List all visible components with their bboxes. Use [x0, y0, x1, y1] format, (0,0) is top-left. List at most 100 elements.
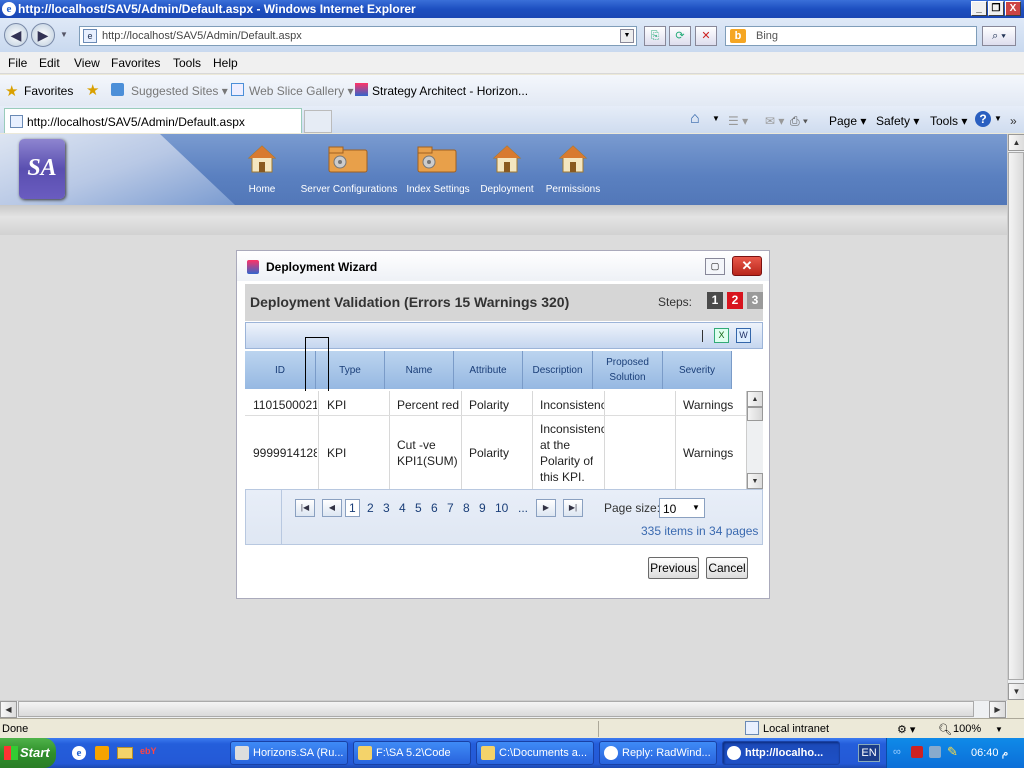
nav-deployment[interactable]: Deployment: [477, 134, 537, 205]
menu-view[interactable]: View: [74, 56, 100, 70]
scroll-right-button[interactable]: ▶: [989, 701, 1006, 718]
menu-file[interactable]: File: [8, 56, 27, 70]
compatibility-view-button[interactable]: ⎘: [644, 26, 666, 46]
scroll-down-button[interactable]: ▼: [1008, 683, 1024, 700]
page-link[interactable]: 2: [367, 501, 374, 515]
task-radwindow-reply[interactable]: Reply: RadWind...: [599, 741, 717, 765]
page-link[interactable]: 6: [431, 501, 438, 515]
home-icon[interactable]: ⌂: [690, 110, 700, 128]
page-link[interactable]: 7: [447, 501, 454, 515]
history-dropdown-icon[interactable]: ▼: [60, 30, 68, 39]
page-menu[interactable]: Page ▾: [829, 114, 866, 128]
next-page-button[interactable]: ▶: [536, 499, 556, 517]
tools-menu[interactable]: Tools ▾: [930, 114, 967, 128]
address-dropdown-icon[interactable]: ▼: [620, 29, 634, 43]
first-page-button[interactable]: |◀: [295, 499, 315, 517]
quicklaunch-ebay-icon[interactable]: ebY: [140, 746, 157, 756]
tray-acrobat-icon[interactable]: [911, 746, 923, 758]
page-horizontal-scrollbar[interactable]: ◀ ▶: [0, 700, 1007, 718]
stop-button[interactable]: ✕: [695, 26, 717, 46]
column-header-name[interactable]: Name: [385, 351, 454, 389]
task-horizons[interactable]: Horizons.SA (Ru...: [230, 741, 348, 765]
page-link[interactable]: 9: [479, 501, 486, 515]
close-window-button[interactable]: X: [1005, 1, 1021, 16]
search-box[interactable]: b Bing: [725, 26, 977, 46]
task-code-folder[interactable]: F:\SA 5.2\Code: [353, 741, 471, 765]
address-bar[interactable]: e http://localhost/SAV5/Admin/Default.as…: [79, 26, 637, 46]
scroll-left-button[interactable]: ◀: [0, 701, 17, 718]
nav-server-configurations[interactable]: Server Configurations: [297, 134, 401, 205]
task-documents[interactable]: C:\Documents a...: [476, 741, 594, 765]
restore-button[interactable]: ❐: [988, 1, 1004, 16]
maximize-dialog-button[interactable]: ▢: [705, 258, 725, 275]
grid-scroll-up-button[interactable]: ▲: [747, 391, 763, 407]
zoom-icon[interactable]: 🔍︎: [938, 723, 952, 736]
quicklaunch-ie-icon[interactable]: e: [72, 746, 86, 760]
menu-help[interactable]: Help: [213, 56, 238, 70]
help-dropdown-icon[interactable]: ▼: [994, 114, 1002, 123]
help-icon[interactable]: ?: [975, 111, 991, 127]
close-dialog-button[interactable]: ✕: [732, 256, 762, 276]
quicklaunch-folder-icon[interactable]: [117, 747, 133, 759]
feeds-icon[interactable]: ☰ ▾: [728, 114, 748, 128]
column-header-description[interactable]: Description: [523, 351, 593, 389]
cancel-button[interactable]: Cancel: [706, 557, 748, 579]
menu-favorites[interactable]: Favorites: [111, 56, 160, 70]
export-excel-icon[interactable]: X: [714, 328, 729, 343]
back-button[interactable]: ◀: [4, 23, 28, 47]
tray-clock[interactable]: 06:40 م: [971, 746, 1008, 759]
new-tab-button[interactable]: [304, 110, 332, 133]
zoom-dropdown-icon[interactable]: ▼: [995, 725, 1003, 734]
grid-scroll-down-button[interactable]: ▼: [747, 473, 763, 489]
add-favorite-icon[interactable]: ★: [86, 81, 99, 99]
menu-tools[interactable]: Tools: [173, 56, 201, 70]
mail-icon[interactable]: ✉ ▾: [765, 114, 784, 128]
last-page-button[interactable]: ▶|: [563, 499, 583, 517]
nav-home[interactable]: Home: [243, 134, 281, 205]
grid-vertical-scrollbar[interactable]: ▲ ▼: [746, 391, 763, 489]
column-header-attribute[interactable]: Attribute: [454, 351, 523, 389]
nav-index-settings[interactable]: Index Settings: [404, 134, 472, 205]
strategy-architect-link[interactable]: Strategy Architect - Horizon...: [372, 84, 528, 98]
language-indicator[interactable]: EN: [858, 744, 880, 762]
previous-page-button[interactable]: ◀: [322, 499, 342, 517]
security-zone[interactable]: Local intranet: [763, 723, 829, 735]
page-size-select[interactable]: 10 ▼: [659, 498, 705, 518]
scroll-up-button[interactable]: ▲: [1008, 134, 1024, 151]
page-vertical-scrollbar[interactable]: ▲ ▼: [1007, 134, 1024, 700]
page-link[interactable]: 3: [383, 501, 390, 515]
hscroll-thumb[interactable]: [18, 701, 974, 717]
table-row[interactable]: 1101500021C KPI Percent redu Polarity In…: [245, 391, 746, 416]
page-link[interactable]: 5: [415, 501, 422, 515]
safety-menu[interactable]: Safety ▾: [876, 114, 919, 128]
start-button[interactable]: Start: [0, 738, 56, 768]
grid-scroll-thumb[interactable]: [747, 407, 763, 421]
dialog-titlebar[interactable]: Deployment Wizard ▢ ✕: [237, 251, 769, 281]
table-row[interactable]: 99999141286 KPI Cut -ve KPI1(SUM) Polari…: [245, 417, 746, 489]
print-icon[interactable]: ⎙ ▾: [790, 114, 808, 129]
column-header-proposed-solution[interactable]: Proposed Solution: [593, 351, 663, 389]
web-slice-gallery-link[interactable]: Web Slice Gallery ▾: [249, 84, 354, 98]
nav-permissions[interactable]: Permissions: [543, 134, 603, 205]
tray-display-icon[interactable]: [929, 746, 941, 758]
tray-network-icon[interactable]: ∞: [893, 746, 901, 758]
zoom-level[interactable]: 100%: [953, 723, 981, 735]
sa-logo[interactable]: SA: [19, 139, 65, 199]
previous-button[interactable]: Previous: [648, 557, 699, 579]
search-button[interactable]: ⌕ ▾: [982, 26, 1016, 46]
browser-tab[interactable]: http://localhost/SAV5/Admin/Default.aspx: [4, 108, 302, 133]
column-header-severity[interactable]: Severity: [663, 351, 732, 389]
task-ie-localhost[interactable]: http://localho...: [722, 741, 840, 765]
page-link[interactable]: 4: [399, 501, 406, 515]
page-link[interactable]: 10: [495, 501, 508, 515]
more-commands-icon[interactable]: »: [1010, 114, 1017, 128]
tray-tool-icon[interactable]: ✎: [947, 744, 958, 760]
quicklaunch-outlook-icon[interactable]: [95, 746, 109, 760]
suggested-sites-link[interactable]: Suggested Sites ▾: [131, 84, 228, 98]
search-input[interactable]: Bing: [756, 30, 778, 42]
protected-mode-icon[interactable]: ⚙ ▾: [897, 723, 915, 736]
address-input[interactable]: http://localhost/SAV5/Admin/Default.aspx: [102, 30, 302, 42]
minimize-button[interactable]: _: [971, 1, 987, 16]
page-link-current[interactable]: 1: [345, 499, 360, 517]
favorites-button[interactable]: Favorites: [24, 84, 73, 98]
